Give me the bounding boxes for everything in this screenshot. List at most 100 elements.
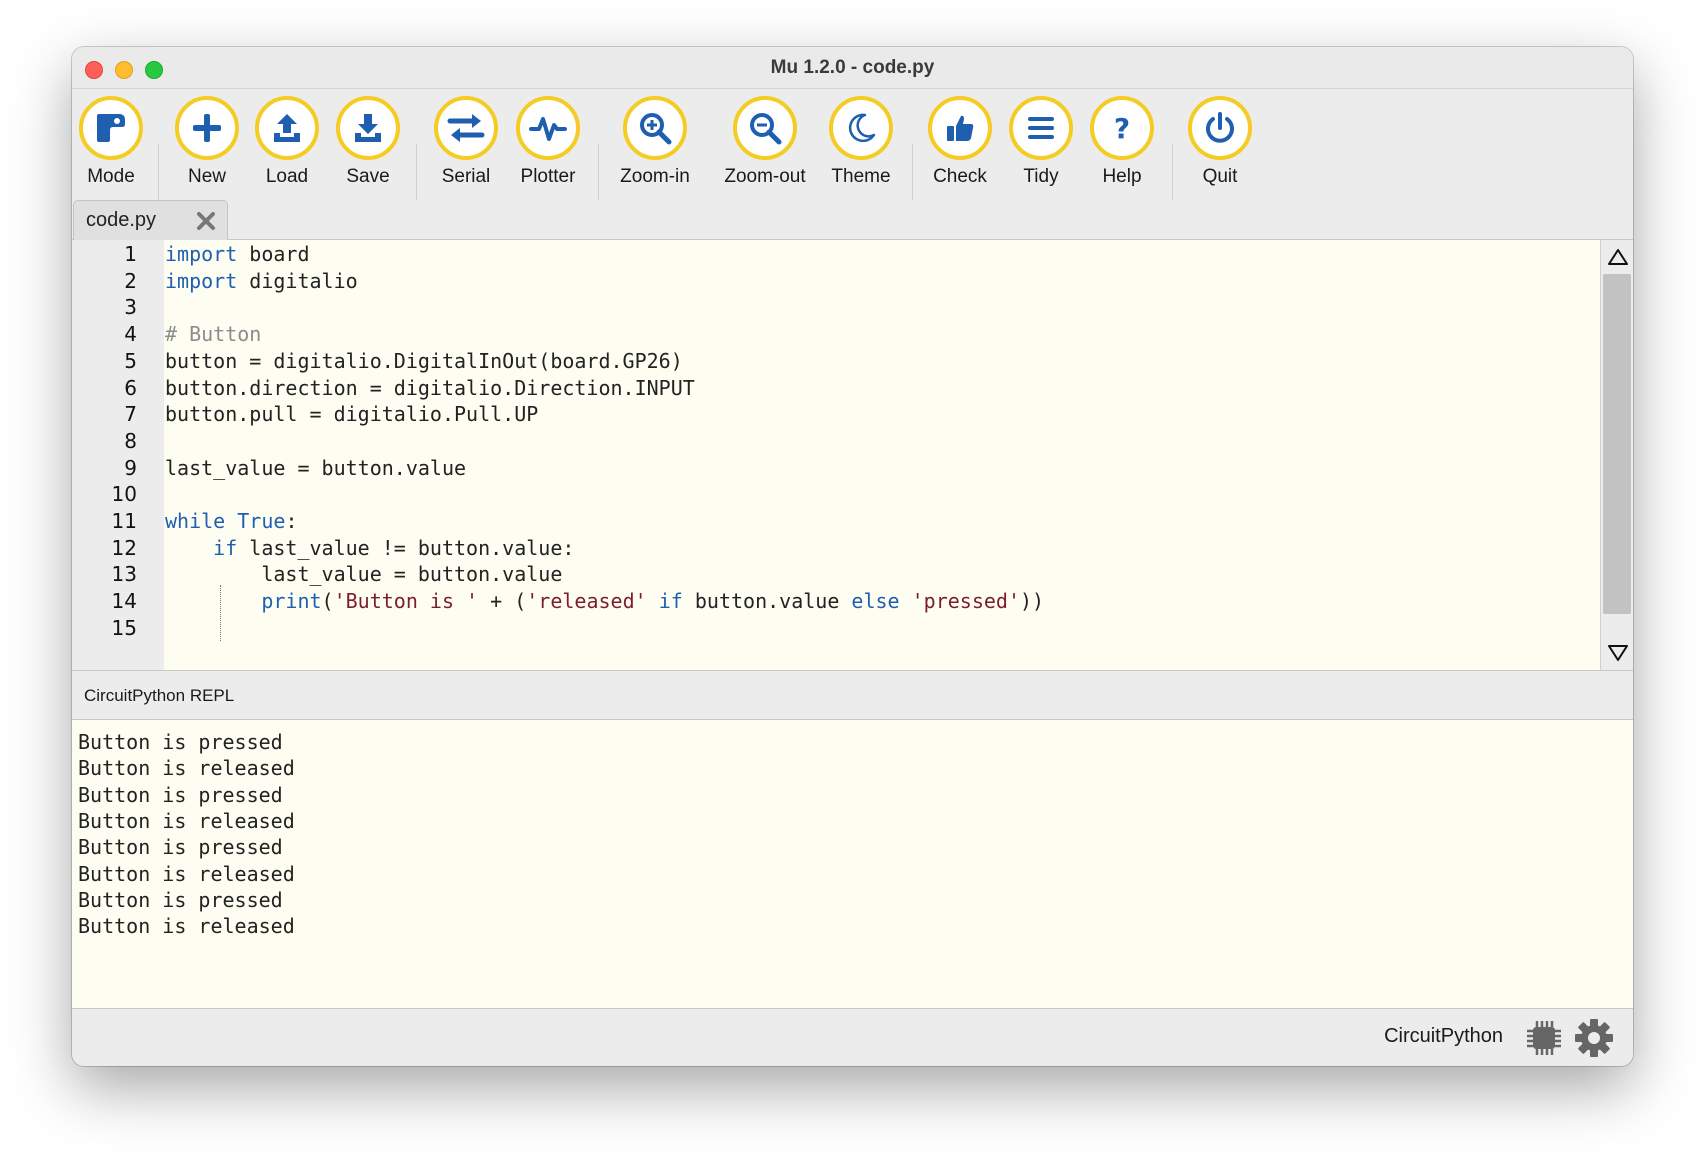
load-label: Load — [265, 166, 309, 187]
window-title: Mu 1.2.0 - code.py — [770, 57, 935, 78]
string-token: 'pressed' — [911, 589, 1020, 614]
code-token: digitalio — [237, 268, 358, 293]
theme-button[interactable]: Theme — [816, 96, 906, 188]
code-token: button = digitalio.DigitalInOut(board.GP… — [165, 348, 683, 373]
code-token: last_value = button.value — [165, 455, 467, 480]
line-number: 4 — [124, 322, 137, 347]
keyword-token: print — [261, 589, 322, 614]
tab-label: code.py — [86, 209, 157, 231]
editor-scrollbar[interactable] — [1600, 240, 1633, 670]
zoom-in-icon — [623, 96, 687, 160]
keyword-token: True — [237, 509, 286, 533]
code-line: button.pull = digitalio.Pull.UP — [165, 402, 538, 426]
zoom-in-button[interactable]: Zoom-in — [610, 96, 700, 188]
plotter-label: Plotter — [520, 166, 576, 187]
repl-header: CircuitPython REPL — [72, 670, 1633, 720]
repl-output-line: Button is pressed — [78, 835, 283, 860]
quit-button[interactable]: Quit — [1175, 96, 1265, 188]
line-number: 11 — [111, 509, 137, 533]
code-line: print('Button is ' + ('released' if butt… — [165, 589, 1044, 613]
help-label: Help — [1102, 166, 1142, 187]
code-token: board — [237, 242, 310, 266]
keyword-token: if — [213, 535, 238, 560]
code-editor[interactable]: 1 2 3 4 5 6 7 8 9 10 11 12 13 14 15 import board import… — [72, 240, 1600, 670]
repl-output-line: Button is pressed — [78, 887, 283, 912]
code-token: last_value != button.value: — [237, 535, 575, 560]
line-number-gutter: 1 2 3 4 5 6 7 8 9 10 11 12 13 14 15 — [72, 240, 164, 670]
scrollbar-thumb[interactable] — [1603, 274, 1631, 614]
save-label: Save — [346, 166, 390, 187]
help-button[interactable]: ? Help — [1077, 96, 1167, 188]
code-token: ( — [321, 589, 334, 614]
title-bar: Mu 1.2.0 - code.py — [72, 47, 1633, 89]
line-number: 5 — [124, 348, 137, 373]
tidy-button[interactable]: Tidy — [996, 96, 1086, 188]
code-line: last_value = button.value — [165, 456, 466, 480]
mode-label: Mode — [87, 166, 135, 187]
upload-icon — [255, 96, 319, 160]
close-tab-icon[interactable] — [195, 210, 217, 232]
mode-button[interactable]: Mode — [72, 96, 156, 188]
swap-arrows-icon — [434, 96, 498, 160]
serial-button[interactable]: Serial — [421, 96, 511, 188]
repl-output-line: Button is released — [78, 861, 295, 886]
code-line: button.direction = digitalio.Direction.I… — [165, 376, 695, 400]
indent-guide — [220, 585, 221, 641]
repl-title: CircuitPython REPL — [84, 686, 235, 705]
line-number: 2 — [124, 268, 137, 293]
keyword-token: import — [165, 242, 238, 266]
current-mode-label[interactable]: CircuitPython — [1384, 1025, 1503, 1048]
repl-console[interactable]: Button is pressed Button is released Butto… — [72, 720, 1633, 1008]
mode-icon — [79, 96, 143, 160]
zoom-out-button[interactable]: Zoom-out — [717, 96, 813, 188]
code-line: while True: — [165, 509, 297, 533]
scroll-down-icon[interactable] — [1607, 642, 1629, 664]
keyword-token: import — [165, 268, 238, 293]
save-button[interactable]: Save — [323, 96, 413, 188]
check-button[interactable]: Check — [915, 96, 1005, 188]
lines-icon — [1009, 96, 1073, 160]
code-token: button.direction = digitalio.Direction.I… — [165, 375, 695, 400]
power-icon — [1188, 96, 1252, 160]
new-label: New — [187, 166, 226, 187]
gear-icon[interactable] — [1573, 1017, 1615, 1059]
code-line: if last_value != button.value: — [165, 536, 574, 560]
line-number: 6 — [124, 375, 137, 400]
moon-icon — [829, 96, 893, 160]
repl-output-line: Button is released — [78, 756, 295, 781]
code-line: import digitalio — [165, 269, 358, 293]
check-label: Check — [933, 166, 987, 187]
code-line: button = digitalio.DigitalInOut(board.GP… — [165, 349, 683, 373]
thumbs-up-icon — [928, 96, 992, 160]
line-number: 8 — [124, 428, 137, 453]
string-token: 'released' — [526, 589, 647, 614]
zoom-out-label: Zoom-out — [724, 166, 806, 187]
serial-label: Serial — [441, 166, 491, 187]
question-mark-icon: ? — [1090, 96, 1154, 160]
keyword-token: if — [658, 589, 683, 614]
line-number: 14 — [111, 589, 137, 614]
plotter-button[interactable]: Plotter — [503, 96, 593, 188]
line-number: 15 — [111, 615, 137, 640]
tidy-label: Tidy — [1023, 166, 1059, 187]
tab-code-py[interactable]: code.py — [73, 200, 228, 240]
chip-icon[interactable] — [1525, 1019, 1563, 1057]
tab-bar: code.py — [72, 200, 1633, 240]
line-number: 1 — [124, 242, 137, 266]
code-line: # Button — [165, 322, 261, 346]
repl-output-line: Button is released — [78, 914, 295, 939]
code-token: button.pull = digitalio.Pull.UP — [165, 402, 539, 427]
code-token: last_value = button.value — [165, 562, 563, 587]
code-line: import board — [165, 242, 310, 266]
code-token: : — [285, 509, 298, 533]
comment-token: # Button — [165, 322, 262, 347]
load-button[interactable]: Load — [242, 96, 332, 188]
new-button[interactable]: New — [162, 96, 252, 188]
scroll-up-icon[interactable] — [1607, 246, 1629, 268]
line-number: 13 — [111, 562, 137, 587]
status-bar: CircuitPython — [72, 1008, 1633, 1066]
